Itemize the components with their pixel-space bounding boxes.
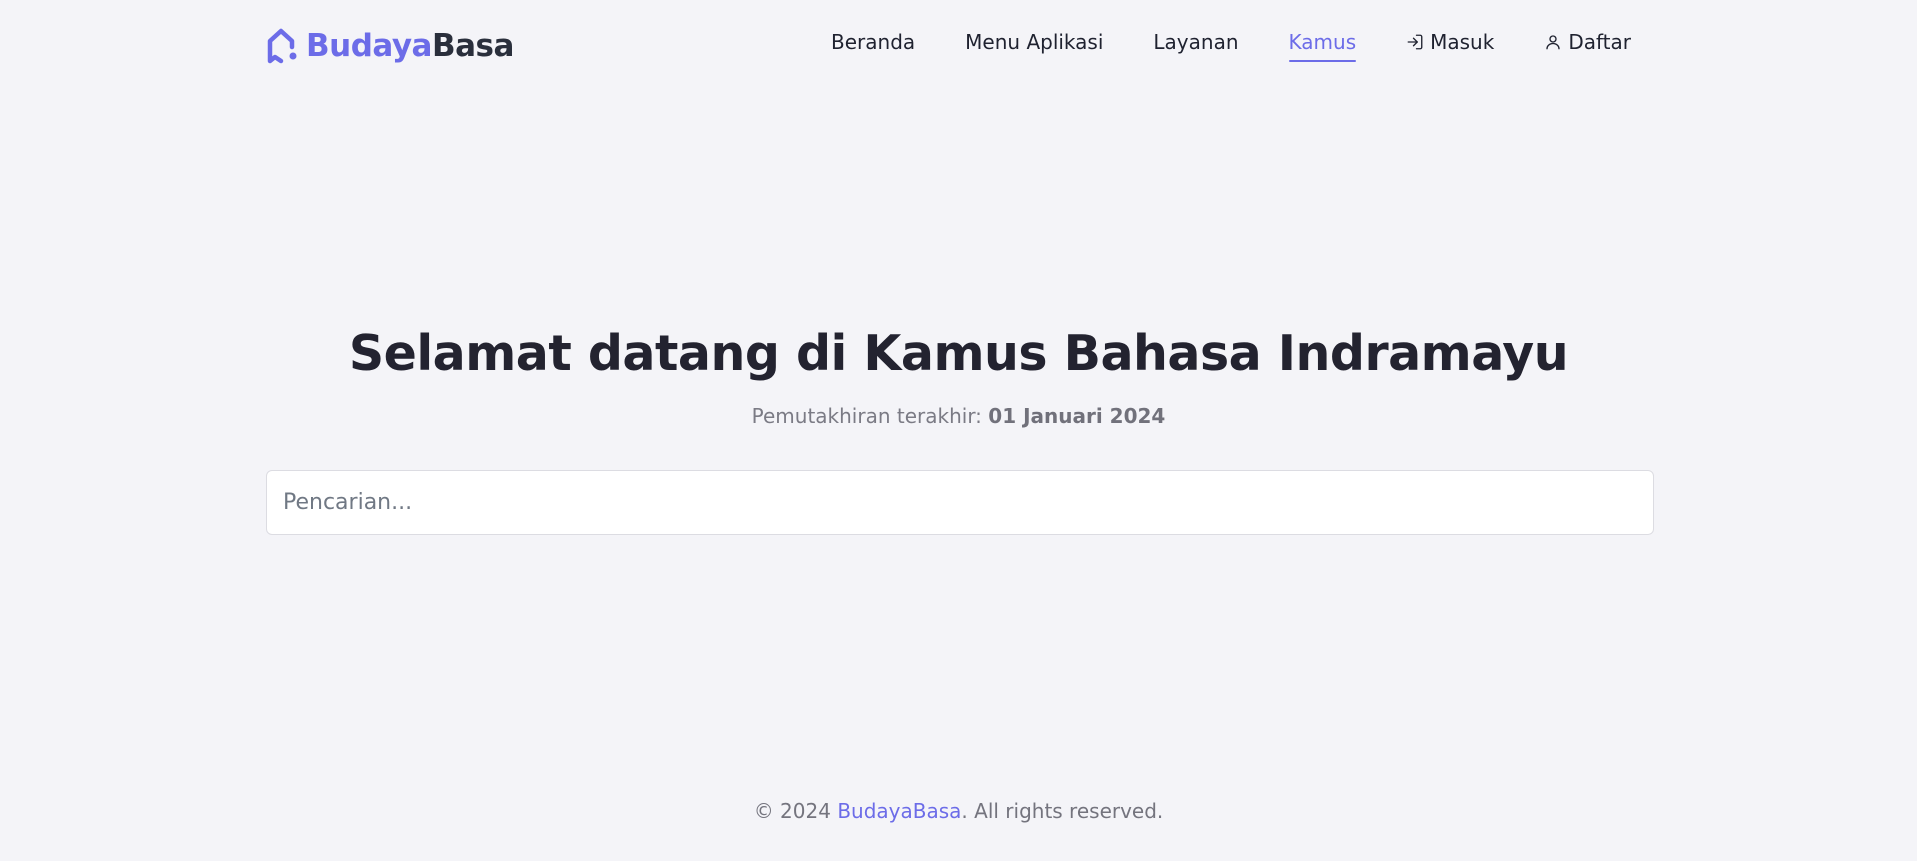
search-input[interactable] [266,470,1654,535]
site-footer: © 2024 BudayaBasa. All rights reserved. [0,799,1917,823]
nav-layanan-label: Layanan [1153,30,1239,54]
last-updated-date: 01 Januari 2024 [988,404,1166,428]
search-container [266,470,1654,535]
logo-icon [267,28,297,64]
footer-copyright: © 2024 [753,799,831,823]
nav-daftar-label: Daftar [1568,30,1631,54]
hero-section: Selamat datang di Kamus Bahasa Indramayu… [0,325,1917,428]
login-icon [1407,34,1423,50]
footer-brand-link[interactable]: BudayaBasa [837,799,961,823]
last-updated-label: Pemutakhiran terakhir: [751,404,982,428]
nav-menu-aplikasi[interactable]: Menu Aplikasi [965,30,1103,60]
site-header: BudayaBasa Beranda Menu Aplikasi Layanan… [0,0,1917,92]
last-updated-text: Pemutakhiran terakhir: 01 Januari 2024 [0,404,1917,428]
nav-layanan[interactable]: Layanan [1153,30,1238,60]
brand-name: BudayaBasa [306,28,514,64]
nav-kamus[interactable]: Kamus [1288,30,1357,62]
nav-daftar[interactable]: Daftar [1544,30,1631,60]
nav-beranda[interactable]: Beranda [831,30,915,60]
page-title: Selamat datang di Kamus Bahasa Indramayu [348,325,1569,382]
brand-logo[interactable]: BudayaBasa [264,26,514,66]
brand-name-part2: Basa [431,28,514,64]
nav-masuk[interactable]: Masuk [1406,30,1494,60]
footer-rights-text: . All rights reserved. [961,799,1164,823]
main-nav: Beranda Menu Aplikasi Layanan Kamus Masu… [831,30,1631,62]
nav-masuk-label: Masuk [1430,30,1495,54]
brand-name-part1: Budaya [306,28,432,64]
nav-menu-aplikasi-label: Menu Aplikasi [965,30,1104,54]
user-icon [1546,35,1561,50]
nav-beranda-label: Beranda [831,30,916,54]
nav-kamus-label: Kamus [1288,30,1357,54]
